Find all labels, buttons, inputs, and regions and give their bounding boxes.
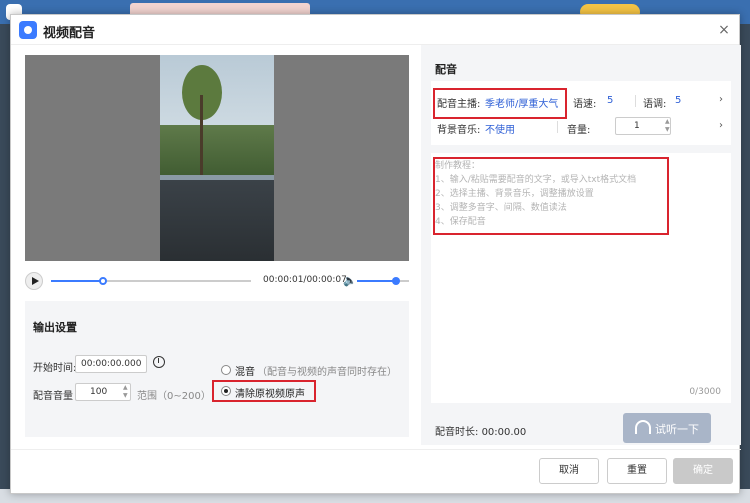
mix-hint: （配音与视频的声音同时存在） <box>257 367 397 378</box>
highlight-box-tutorial <box>433 157 669 235</box>
bgm-volume-stepper[interactable]: ▲ ▼ <box>665 118 670 134</box>
output-settings-panel: 输出设置 开始时间: 00:00:00.000 配音音量 100 ▲ ▼ 范围（0… <box>25 301 409 437</box>
clock-icon[interactable] <box>153 356 165 368</box>
bgm-value[interactable]: 不使用 <box>485 121 515 136</box>
chevron-right-icon[interactable]: › <box>719 94 723 105</box>
progress-fill <box>51 280 103 282</box>
divider <box>635 95 636 107</box>
mix-label[interactable]: 混音 <box>235 363 255 378</box>
dub-duration: 配音时长: 00:00.00 <box>435 423 526 438</box>
time-display: 00:00:01/00:00:07 <box>263 275 347 285</box>
dub-duration-value: 00:00.00 <box>481 427 527 438</box>
tone-label: 语调: <box>643 99 667 110</box>
divider <box>557 121 558 133</box>
reset-button[interactable]: 重置 <box>607 458 667 484</box>
dialog-footer: 取消 重置 确定 <box>11 449 741 495</box>
play-icon[interactable] <box>25 272 43 290</box>
highlight-box-anchor <box>433 88 567 119</box>
bgm-volume-label: 音量: <box>567 125 591 136</box>
dub-volume-label: 配音音量 <box>33 391 73 402</box>
volume-fill <box>357 280 396 282</box>
dialog-title: 视频配音 <box>43 26 96 41</box>
clear-audio-label[interactable]: 清除原视频原声 <box>235 385 305 400</box>
bgm-label: 背景音乐: <box>437 125 481 136</box>
app-icon <box>19 21 37 39</box>
video-preview[interactable] <box>25 55 409 261</box>
close-button[interactable]: × <box>715 21 733 39</box>
player-controls: 00:00:01/00:00:07 🔈 <box>25 270 409 292</box>
video-trees <box>160 125 274 180</box>
volume-handle[interactable] <box>392 277 400 285</box>
preview-listen-label: 试听一下 <box>655 423 699 436</box>
right-panel: 配音 配音主播: 季老师/厚重大气 语速: 5 语调: 5 › 背景音乐: 不使… <box>421 45 741 445</box>
progress-slider[interactable] <box>51 277 251 285</box>
cancel-button[interactable]: 取消 <box>539 458 599 484</box>
chevron-right-icon[interactable]: › <box>719 120 723 131</box>
volume-icon[interactable]: 🔈 <box>343 274 357 287</box>
output-settings-title: 输出设置 <box>33 321 77 334</box>
dialog-titlebar: 视频配音 × <box>11 15 739 45</box>
video-tree-trunk <box>200 95 203 175</box>
video-frame <box>160 55 274 261</box>
start-time-input[interactable]: 00:00:00.000 <box>75 355 147 373</box>
preview-listen-button[interactable]: 试听一下 <box>623 413 711 443</box>
dubbing-title: 配音 <box>435 63 457 76</box>
mix-radio[interactable] <box>221 365 231 375</box>
tone-value[interactable]: 5 <box>675 95 681 106</box>
character-counter: 0/3000 <box>689 387 721 397</box>
volume-slider[interactable] <box>357 277 409 285</box>
speed-label: 语速: <box>573 99 597 110</box>
video-dubbing-dialog: 视频配音 × 00:00:01/00:00:07 🔈 输出设置 开始时间: 00… <box>10 14 741 495</box>
headphones-icon <box>635 420 651 434</box>
video-road <box>160 180 274 261</box>
dub-duration-label: 配音时长: <box>435 427 479 438</box>
bgm-volume-input[interactable]: 1 <box>615 117 671 135</box>
dub-volume-range: 范围（0~200） <box>137 391 211 402</box>
confirm-button[interactable]: 确定 <box>673 458 733 484</box>
start-time-label: 开始时间: <box>33 363 77 374</box>
speed-value[interactable]: 5 <box>607 95 613 106</box>
clear-audio-radio[interactable] <box>221 386 231 396</box>
progress-handle[interactable] <box>99 277 107 285</box>
dub-volume-stepper[interactable]: ▲ ▼ <box>123 384 128 400</box>
